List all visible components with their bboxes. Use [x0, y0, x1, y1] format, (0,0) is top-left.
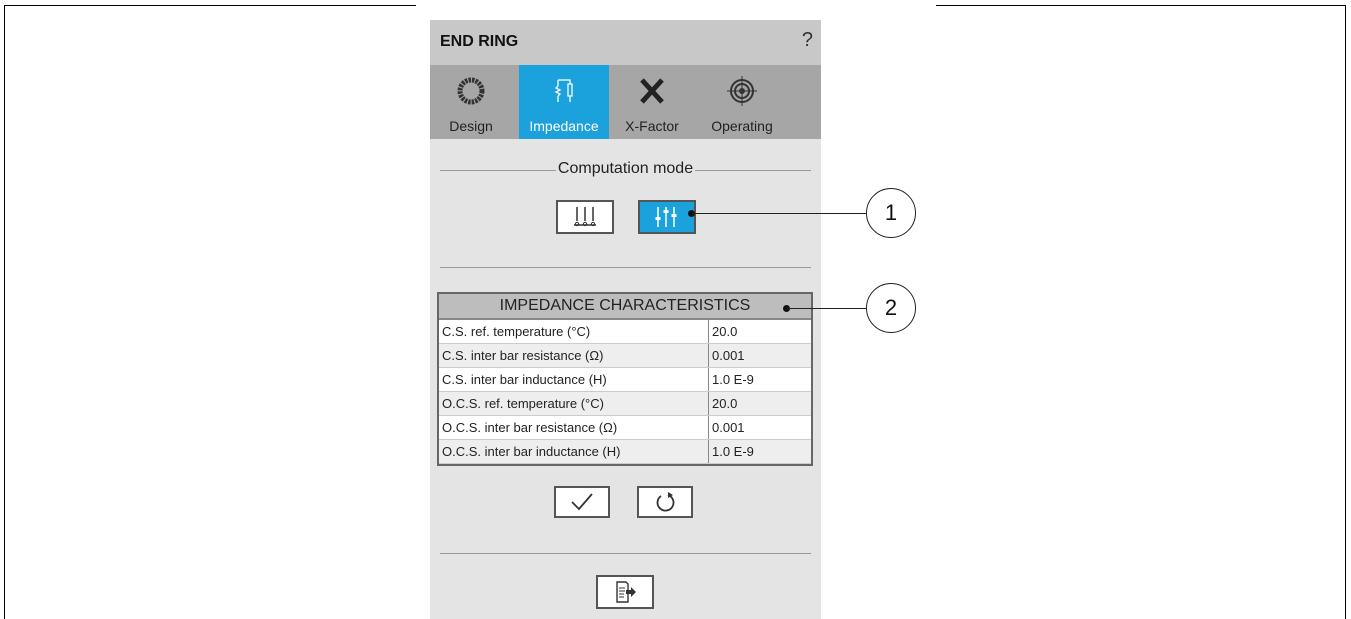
impedance-table: IMPEDANCE CHARACTERISTICS C.S. ref. temp…: [437, 292, 813, 466]
table-row: C.S. inter bar resistance (Ω) 0.001: [439, 343, 811, 368]
row-label: C.S. inter bar resistance (Ω): [439, 343, 709, 368]
tab-impedance[interactable]: Impedance: [519, 65, 609, 139]
table-row: C.S. inter bar inductance (H) 1.0 E-9: [439, 367, 811, 392]
tab-operating-label: Operating: [711, 118, 773, 134]
row-value-input[interactable]: 1.0 E-9: [708, 367, 811, 392]
custom-mode-button[interactable]: [638, 200, 696, 234]
row-value-input[interactable]: 0.001: [708, 343, 811, 368]
export-button[interactable]: [596, 575, 654, 609]
table-row: C.S. ref. temperature (°C) 20.0: [439, 320, 811, 344]
reset-button[interactable]: [637, 486, 693, 518]
impedance-icon: [519, 73, 609, 109]
callout-2-marker: 2: [866, 283, 916, 333]
tab-x-factor-label: X-Factor: [625, 118, 679, 134]
target-icon: [700, 73, 784, 109]
tab-design-label: Design: [449, 118, 493, 134]
impedance-table-title: IMPEDANCE CHARACTERISTICS: [439, 294, 811, 320]
sliders-icon: [655, 207, 677, 227]
apply-button[interactable]: [554, 486, 610, 518]
row-value-input[interactable]: 1.0 E-9: [708, 439, 811, 464]
reset-icon: [656, 492, 675, 512]
computation-mode-title: Computation mode: [430, 160, 821, 178]
row-value-input[interactable]: 20.0: [708, 320, 811, 344]
tab-design[interactable]: Design: [430, 65, 512, 139]
x-factor-icon: [611, 73, 693, 109]
end-ring-panel: END RING ? Design Impedance X-Factor Ope…: [430, 20, 821, 619]
check-icon: [571, 493, 593, 511]
impedance-table-grid: C.S. ref. temperature (°C) 20.0 C.S. int…: [439, 320, 811, 464]
table-row: O.C.S. inter bar inductance (H) 1.0 E-9: [439, 439, 811, 464]
row-label: O.C.S. inter bar resistance (Ω): [439, 415, 709, 440]
fixed-mode-button[interactable]: [556, 200, 614, 234]
tab-bar: Design Impedance X-Factor Operating: [430, 65, 821, 139]
table-row: O.C.S. inter bar resistance (Ω) 0.001: [439, 415, 811, 440]
callout-1-line: [692, 213, 866, 214]
title-bar: END RING ?: [430, 20, 821, 65]
fixed-probes-icon: [574, 207, 596, 227]
callout-1-marker: 1: [866, 188, 916, 238]
row-label: C.S. inter bar inductance (H): [439, 367, 709, 392]
row-value-input[interactable]: 0.001: [708, 415, 811, 440]
computation-mode-label: Computation mode: [555, 160, 696, 177]
tab-operating[interactable]: Operating: [700, 65, 784, 139]
help-button[interactable]: ?: [802, 29, 813, 52]
table-row: O.C.S. ref. temperature (°C) 20.0: [439, 391, 811, 416]
row-label: O.C.S. inter bar inductance (H): [439, 439, 709, 464]
tab-impedance-label: Impedance: [529, 118, 599, 134]
row-label: C.S. ref. temperature (°C): [439, 320, 709, 344]
section-divider: [440, 267, 811, 268]
frame-gap: [416, 4, 936, 7]
export-icon: [616, 581, 636, 603]
row-value-input[interactable]: 20.0: [708, 391, 811, 416]
row-label: O.C.S. ref. temperature (°C): [439, 391, 709, 416]
ring-icon: [430, 73, 512, 109]
callout-2-line: [787, 308, 866, 309]
footer-divider: [440, 553, 811, 554]
tab-x-factor[interactable]: X-Factor: [611, 65, 693, 139]
panel-title: END RING: [440, 33, 519, 50]
